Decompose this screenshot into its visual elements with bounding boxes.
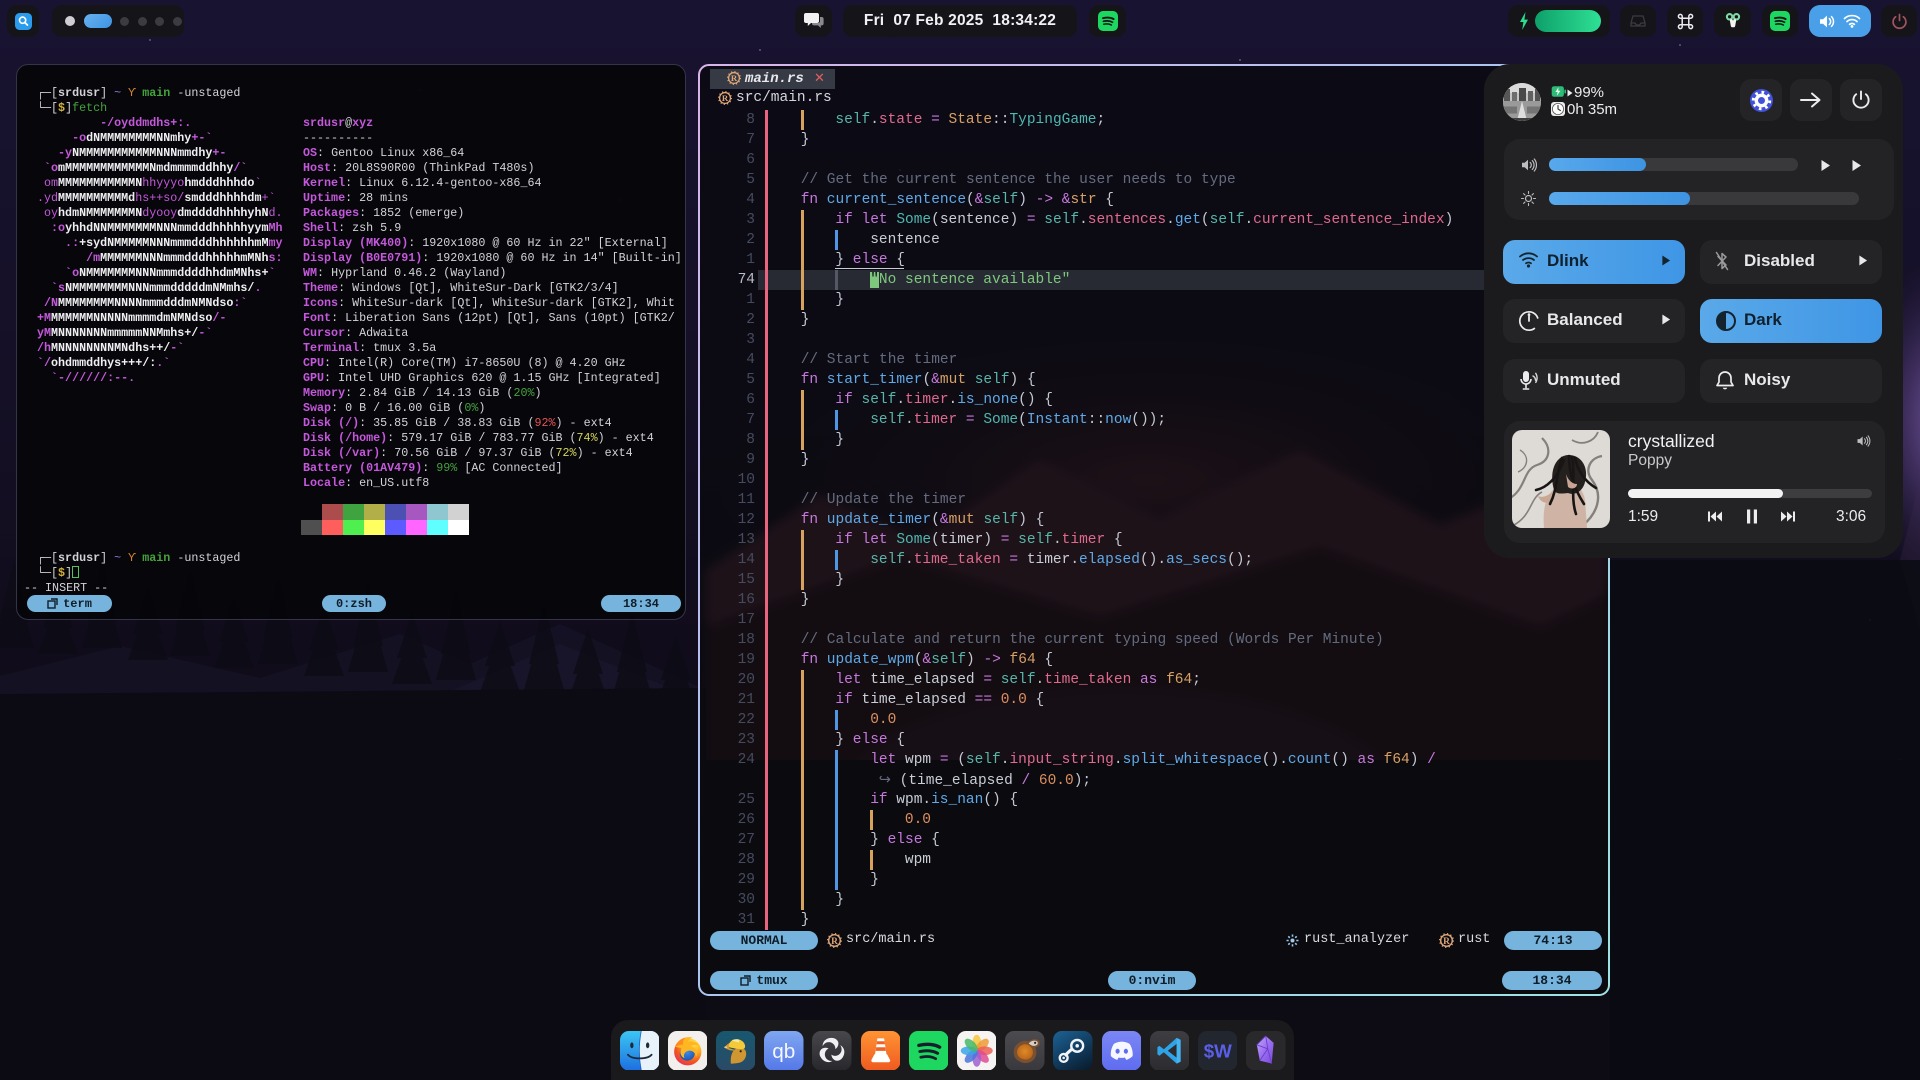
svg-text:$W: $W — [1204, 1040, 1232, 1061]
svg-text:R: R — [1443, 937, 1450, 947]
svg-text:R: R — [831, 937, 838, 947]
svg-text:R: R — [731, 73, 738, 83]
svg-text:R: R — [722, 93, 729, 103]
svg-text:qb: qb — [772, 1040, 795, 1063]
